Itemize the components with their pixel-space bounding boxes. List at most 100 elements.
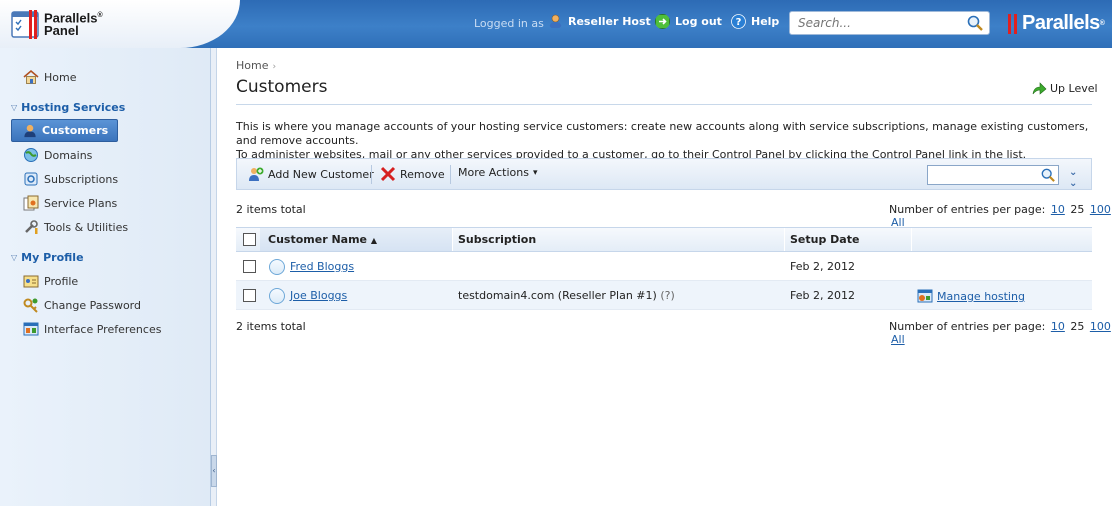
select-all-checkbox[interactable]: [243, 233, 256, 246]
parallels-bars-icon: [1008, 13, 1019, 34]
title-divider: [236, 104, 1092, 105]
logged-in-label: Logged in as: [474, 17, 544, 30]
toolbar-separator: [371, 165, 372, 184]
setup-date-cell: Feb 2, 2012: [790, 260, 855, 273]
help-link[interactable]: ? Help: [731, 14, 779, 29]
subscription-help-hint[interactable]: (?): [660, 289, 674, 302]
per-page-option-100[interactable]: 100: [1090, 320, 1111, 333]
subscriptions-icon: [24, 172, 38, 186]
sort-ascending-icon: ▲: [370, 236, 377, 245]
page-description: This is where you manage accounts of you…: [236, 120, 1089, 161]
customers-table: Customer Name ▲ Subscription Setup Date …: [236, 227, 1092, 310]
sidebar-item-profile[interactable]: Profile: [23, 272, 78, 290]
list-search: [927, 165, 1059, 185]
row-checkbox[interactable]: [243, 289, 256, 302]
preferences-icon: [23, 322, 39, 336]
sidebar-item-home[interactable]: Home: [23, 68, 76, 86]
more-actions-dropdown[interactable]: More Actions ▾: [458, 166, 537, 179]
entries-per-page-top: Number of entries per page: 10 25 100 Al…: [889, 203, 1111, 229]
logout-link[interactable]: Log out: [655, 14, 722, 29]
profile-icon: [23, 275, 39, 288]
breadcrumb-separator: ›: [272, 62, 277, 72]
sidebar-item-change-password[interactable]: Change Password: [23, 296, 141, 314]
help-icon: ?: [731, 14, 746, 29]
breadcrumb: Home ›: [236, 59, 276, 72]
sidebar-item-tools-utilities[interactable]: Tools & Utilities: [23, 218, 128, 236]
column-divider: [911, 228, 912, 251]
sidebar-item-service-plans[interactable]: Service Plans: [23, 194, 117, 212]
svg-text:?: ?: [736, 17, 742, 28]
column-customer-name[interactable]: Customer Name ▲: [268, 233, 377, 246]
sidebar-splitter[interactable]: [211, 48, 217, 506]
items-total-bottom: 2 items total: [236, 320, 306, 333]
customer-status-icon: [269, 259, 285, 275]
search-icon[interactable]: [1041, 168, 1055, 182]
global-search: [789, 11, 990, 35]
customer-status-icon: [269, 288, 285, 304]
logout-icon: [655, 14, 670, 29]
top-header: Parallels® Panel Logged in as Reseller H…: [0, 0, 1112, 48]
tools-icon: [25, 220, 38, 234]
add-customer-icon: [249, 167, 264, 181]
parallels-panel-logo-icon: [11, 10, 39, 39]
subscription-cell: testdomain4.com (Reseller Plan #1) (?): [458, 289, 675, 302]
help-label: Help: [751, 15, 780, 28]
table-row: Joe Bloggs testdomain4.com (Reseller Pla…: [236, 281, 1092, 310]
sidebar-item-interface-preferences[interactable]: Interface Preferences: [23, 320, 161, 338]
per-page-option-10[interactable]: 10: [1051, 203, 1065, 216]
per-page-current-25: 25: [1070, 320, 1085, 333]
domains-icon: [24, 148, 38, 162]
password-icon: [23, 298, 38, 313]
table-row: Fred Bloggs Feb 2, 2012: [236, 252, 1092, 281]
list-toolbar: Add New Customer Remove More Actions ▾ ⌄…: [236, 158, 1092, 190]
chevron-down-icon: ▾: [532, 167, 538, 178]
section-hosting-services[interactable]: ▽ Hosting Services: [11, 101, 125, 114]
manage-hosting-icon: [917, 289, 933, 303]
manage-hosting-link[interactable]: Manage hosting: [917, 288, 1025, 304]
entries-per-page-bottom: Number of entries per page: 10 25 100 Al…: [889, 320, 1111, 346]
expand-search-icon[interactable]: ⌄ ⌄: [1069, 167, 1077, 189]
sidebar-collapse-handle[interactable]: ‹: [211, 455, 217, 487]
section-my-profile[interactable]: ▽ My Profile: [11, 251, 84, 264]
user-icon: [549, 14, 562, 28]
sidebar-item-subscriptions[interactable]: Subscriptions: [23, 170, 118, 188]
column-subscription[interactable]: Subscription: [458, 233, 536, 246]
page-title: Customers: [236, 77, 328, 97]
toolbar-separator: [450, 165, 451, 184]
global-search-input[interactable]: [790, 12, 960, 34]
add-new-customer-button[interactable]: Add New Customer: [248, 166, 374, 182]
logout-label: Log out: [675, 15, 722, 28]
sidebar-item-domains[interactable]: Domains: [23, 146, 92, 164]
column-setup-date[interactable]: Setup Date: [790, 233, 859, 246]
remove-x-icon: [380, 166, 396, 182]
logo-text: Parallels® Panel: [44, 10, 103, 39]
sidebar-item-customers[interactable]: Customers: [11, 119, 118, 142]
user-name: Reseller Host: [568, 15, 651, 28]
per-page-current-25: 25: [1070, 203, 1085, 216]
up-level-link[interactable]: Up Level: [1031, 80, 1098, 96]
user-account-link[interactable]: Reseller Host: [548, 14, 651, 29]
items-total-top: 2 items total: [236, 203, 306, 216]
collapse-triangle-icon: ▽: [11, 253, 18, 262]
search-icon[interactable]: [967, 15, 983, 31]
collapse-triangle-icon: ▽: [11, 103, 18, 112]
per-page-option-100[interactable]: 100: [1090, 203, 1111, 216]
column-divider: [452, 228, 453, 251]
customer-name-link[interactable]: Joe Bloggs: [290, 289, 347, 302]
table-header: Customer Name ▲ Subscription Setup Date: [236, 228, 1092, 252]
row-checkbox[interactable]: [243, 260, 256, 273]
breadcrumb-home-link[interactable]: Home: [236, 59, 268, 72]
customer-name-link[interactable]: Fred Bloggs: [290, 260, 354, 273]
column-divider: [784, 228, 785, 251]
service-plans-icon: [23, 195, 39, 211]
remove-button[interactable]: Remove: [380, 166, 445, 182]
per-page-option-all[interactable]: All: [891, 333, 905, 346]
list-search-input[interactable]: [928, 166, 1036, 184]
home-icon: [23, 69, 39, 84]
parallels-brand-logo: Parallels ®: [1008, 12, 1105, 35]
per-page-option-10[interactable]: 10: [1051, 320, 1065, 333]
setup-date-cell: Feb 2, 2012: [790, 289, 855, 302]
customers-icon: [24, 124, 36, 137]
product-logo[interactable]: Parallels® Panel: [0, 0, 240, 48]
up-level-arrow-icon: [1032, 82, 1047, 95]
